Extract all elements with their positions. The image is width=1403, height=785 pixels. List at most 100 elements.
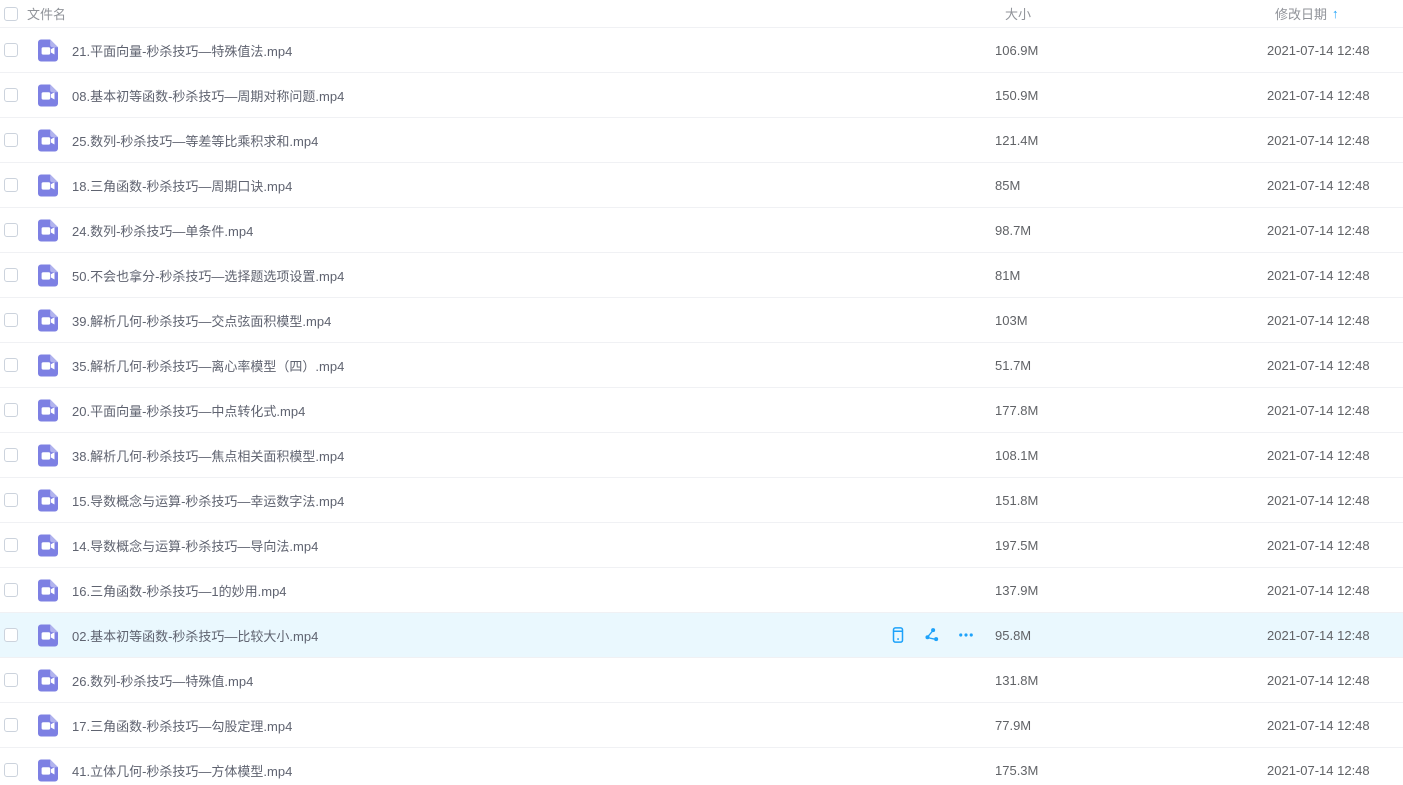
file-date: 2021-07-14 12:48 (1267, 673, 1403, 688)
table-row[interactable]: 41.立体几何-秒杀技巧—方体模型.mp4 (0, 748, 1403, 785)
video-file-icon (36, 668, 60, 692)
file-size: 81M (995, 268, 1267, 283)
table-row[interactable]: 02.基本初等函数-秒杀技巧—比较大小.mp4 (0, 613, 1403, 658)
file-size: 150.9M (995, 88, 1267, 103)
table-row[interactable]: 17.三角函数-秒杀技巧—勾股定理.mp4 (0, 703, 1403, 748)
video-file-icon (36, 623, 60, 647)
video-file-icon (36, 533, 60, 557)
file-date: 2021-07-14 12:48 (1267, 538, 1403, 553)
row-checkbox[interactable] (4, 43, 18, 57)
file-size: 108.1M (995, 448, 1267, 463)
file-name[interactable]: 39.解析几何-秒杀技巧—交点弦面积模型.mp4 (72, 311, 995, 330)
sort-arrow-up-icon[interactable]: ↑ (1332, 6, 1339, 21)
file-size: 151.8M (995, 493, 1267, 508)
device-icon[interactable] (889, 626, 907, 644)
file-size: 77.9M (995, 718, 1267, 733)
file-size: 175.3M (995, 763, 1267, 778)
file-name[interactable]: 35.解析几何-秒杀技巧—离心率模型（四）.mp4 (72, 356, 995, 375)
file-date: 2021-07-14 12:48 (1267, 178, 1403, 193)
row-checkbox[interactable] (4, 583, 18, 597)
table-row[interactable]: 39.解析几何-秒杀技巧—交点弦面积模型.mp4 (0, 298, 1403, 343)
row-checkbox[interactable] (4, 538, 18, 552)
row-checkbox[interactable] (4, 493, 18, 507)
file-name[interactable]: 50.不会也拿分-秒杀技巧—选择题选项设置.mp4 (72, 266, 995, 285)
file-table-body: 21.平面向量-秒杀技巧—特殊值法.mp4 (0, 28, 1403, 785)
table-row[interactable]: 16.三角函数-秒杀技巧—1的妙用.mp4 (0, 568, 1403, 613)
file-date: 2021-07-14 12:48 (1267, 268, 1403, 283)
table-row[interactable]: 25.数列-秒杀技巧—等差等比乘积求和.mp4 (0, 118, 1403, 163)
file-size: 121.4M (995, 133, 1267, 148)
table-row[interactable]: 50.不会也拿分-秒杀技巧—选择题选项设置.mp4 (0, 253, 1403, 298)
video-file-icon (36, 83, 60, 107)
file-name[interactable]: 16.三角函数-秒杀技巧—1的妙用.mp4 (72, 581, 995, 600)
row-checkbox[interactable] (4, 403, 18, 417)
video-file-icon (36, 38, 60, 62)
file-name[interactable]: 38.解析几何-秒杀技巧—焦点相关面积模型.mp4 (72, 446, 995, 465)
file-date: 2021-07-14 12:48 (1267, 448, 1403, 463)
video-file-icon (36, 128, 60, 152)
table-row[interactable]: 15.导数概念与运算-秒杀技巧—幸运数字法.mp4 (0, 478, 1403, 523)
file-size: 85M (995, 178, 1267, 193)
table-row[interactable]: 20.平面向量-秒杀技巧—中点转化式.mp4 (0, 388, 1403, 433)
row-checkbox[interactable] (4, 358, 18, 372)
row-checkbox[interactable] (4, 313, 18, 327)
file-date: 2021-07-14 12:48 (1267, 43, 1403, 58)
row-checkbox[interactable] (4, 223, 18, 237)
file-date: 2021-07-14 12:48 (1267, 133, 1403, 148)
file-name[interactable]: 20.平面向量-秒杀技巧—中点转化式.mp4 (72, 401, 995, 420)
select-all-checkbox[interactable] (4, 7, 18, 21)
file-name[interactable]: 25.数列-秒杀技巧—等差等比乘积求和.mp4 (72, 131, 995, 150)
row-checkbox[interactable] (4, 178, 18, 192)
file-name[interactable]: 26.数列-秒杀技巧—特殊值.mp4 (72, 671, 995, 690)
file-size: 95.8M (995, 628, 1267, 643)
file-name[interactable]: 08.基本初等函数-秒杀技巧—周期对称问题.mp4 (72, 86, 995, 105)
table-row[interactable]: 24.数列-秒杀技巧—单条件.mp4 (0, 208, 1403, 253)
file-name[interactable]: 18.三角函数-秒杀技巧—周期口诀.mp4 (72, 176, 995, 195)
video-file-icon (36, 758, 60, 782)
row-checkbox[interactable] (4, 763, 18, 777)
file-name[interactable]: 17.三角函数-秒杀技巧—勾股定理.mp4 (72, 716, 995, 735)
file-size: 197.5M (995, 538, 1267, 553)
file-name[interactable]: 15.导数概念与运算-秒杀技巧—幸运数字法.mp4 (72, 491, 995, 510)
file-name[interactable]: 14.导数概念与运算-秒杀技巧—导向法.mp4 (72, 536, 995, 555)
table-row[interactable]: 18.三角函数-秒杀技巧—周期口诀.mp4 (0, 163, 1403, 208)
table-row[interactable]: 35.解析几何-秒杀技巧—离心率模型（四）.mp4 (0, 343, 1403, 388)
file-date: 2021-07-14 12:48 (1267, 718, 1403, 733)
row-checkbox[interactable] (4, 673, 18, 687)
ellipsis-icon[interactable] (957, 626, 975, 644)
file-name[interactable]: 21.平面向量-秒杀技巧—特殊值法.mp4 (72, 41, 995, 60)
file-size: 137.9M (995, 583, 1267, 598)
video-file-icon (36, 308, 60, 332)
table-row[interactable]: 14.导数概念与运算-秒杀技巧—导向法.mp4 (0, 523, 1403, 568)
file-size: 98.7M (995, 223, 1267, 238)
column-header-date[interactable]: 修改日期 ↑ (1267, 4, 1403, 23)
table-row[interactable]: 26.数列-秒杀技巧—特殊值.mp4 (0, 658, 1403, 703)
file-name[interactable]: 41.立体几何-秒杀技巧—方体模型.mp4 (72, 761, 995, 780)
column-header-filename[interactable]: 文件名 (27, 7, 66, 22)
file-date: 2021-07-14 12:48 (1267, 223, 1403, 238)
table-row[interactable]: 08.基本初等函数-秒杀技巧—周期对称问题.mp4 (0, 73, 1403, 118)
row-checkbox[interactable] (4, 133, 18, 147)
share-icon[interactable] (923, 626, 941, 644)
video-file-icon (36, 488, 60, 512)
video-file-icon (36, 173, 60, 197)
file-date: 2021-07-14 12:48 (1267, 358, 1403, 373)
column-header-size[interactable]: 大小 (995, 4, 1267, 23)
row-checkbox[interactable] (4, 448, 18, 462)
row-hover-actions (889, 626, 975, 644)
file-date: 2021-07-14 12:48 (1267, 763, 1403, 778)
row-checkbox[interactable] (4, 718, 18, 732)
file-size: 106.9M (995, 43, 1267, 58)
row-checkbox[interactable] (4, 628, 18, 642)
video-file-icon (36, 398, 60, 422)
table-row[interactable]: 38.解析几何-秒杀技巧—焦点相关面积模型.mp4 (0, 433, 1403, 478)
table-row[interactable]: 21.平面向量-秒杀技巧—特殊值法.mp4 (0, 28, 1403, 73)
video-file-icon (36, 263, 60, 287)
row-checkbox[interactable] (4, 268, 18, 282)
file-size: 131.8M (995, 673, 1267, 688)
column-header-date-label: 修改日期 (1275, 4, 1327, 23)
file-size: 51.7M (995, 358, 1267, 373)
file-name[interactable]: 02.基本初等函数-秒杀技巧—比较大小.mp4 (72, 626, 889, 645)
row-checkbox[interactable] (4, 88, 18, 102)
file-name[interactable]: 24.数列-秒杀技巧—单条件.mp4 (72, 221, 995, 240)
